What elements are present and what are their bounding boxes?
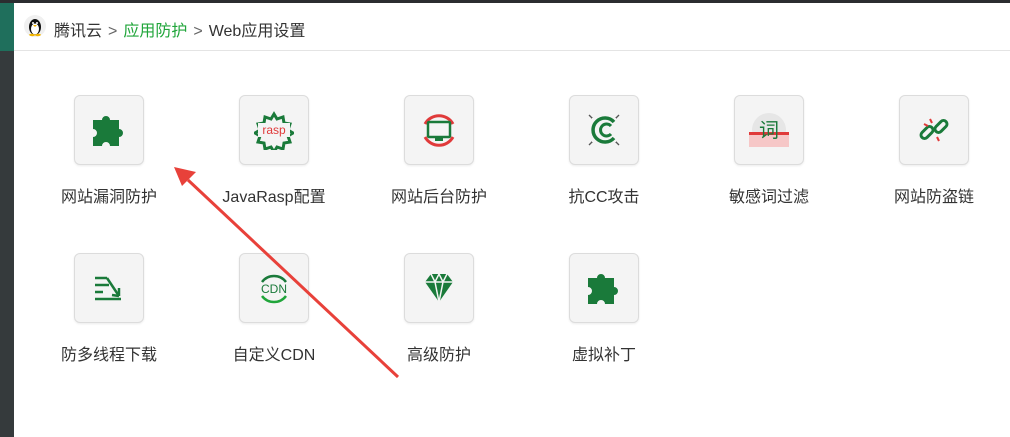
tile-label: 抗CC攻击 bbox=[568, 189, 640, 206]
tile-custom-cdn[interactable]: CDN 自定义CDN bbox=[199, 253, 349, 383]
sensitive-word-icon[interactable]: 词 bbox=[734, 95, 804, 165]
tile-backend-protection[interactable]: 网站后台防护 bbox=[364, 95, 514, 225]
tile-anti-hotlink[interactable]: 网站防盗链 bbox=[859, 95, 1009, 225]
tile-label: 网站后台防护 bbox=[390, 189, 487, 206]
puzzle-icon[interactable] bbox=[74, 95, 144, 165]
tile-label: 敏感词过滤 bbox=[728, 189, 809, 206]
tile-label: 网站防盗链 bbox=[893, 189, 974, 206]
penguin-logo-icon bbox=[24, 15, 46, 37]
tile-sensitive-word-filter[interactable]: 词 敏感词过滤 bbox=[694, 95, 844, 225]
multi-thread-icon[interactable] bbox=[74, 253, 144, 323]
broken-link-icon[interactable] bbox=[899, 95, 969, 165]
tile-virtual-patch[interactable]: 虚拟补丁 bbox=[529, 253, 679, 383]
tile-javarasp-config[interactable]: rasp JavaRasp配置 bbox=[199, 95, 349, 225]
tile-label: 高级防护 bbox=[406, 347, 471, 364]
tile-label: 防多线程下载 bbox=[60, 347, 157, 364]
left-sidebar-edge bbox=[0, 3, 14, 437]
tile-label: 网站漏洞防护 bbox=[60, 189, 157, 206]
tile-vulnerability-protection[interactable]: 网站漏洞防护 bbox=[34, 95, 184, 225]
breadcrumb-root[interactable]: 腾讯云 bbox=[54, 23, 102, 40]
tile-label: 自定义CDN bbox=[232, 347, 316, 364]
sidebar-active-accent bbox=[0, 3, 14, 51]
cdn-text: CDN bbox=[261, 282, 287, 296]
breadcrumb-separator: > bbox=[193, 23, 203, 40]
breadcrumb-current: Web应用设置 bbox=[208, 23, 306, 40]
word-glyph: 词 bbox=[759, 118, 779, 142]
monitor-shield-icon[interactable] bbox=[404, 95, 474, 165]
tile-label: 虚拟补丁 bbox=[571, 347, 636, 364]
puzzle-icon[interactable] bbox=[569, 253, 639, 323]
page-header: 腾讯云 > 应用防护 > Web应用设置 bbox=[14, 3, 1010, 51]
tile-label: JavaRasp配置 bbox=[222, 189, 326, 206]
breadcrumb-separator: > bbox=[108, 23, 118, 40]
diamond-icon[interactable] bbox=[404, 253, 474, 323]
breadcrumb-app-protection[interactable]: 应用防护 bbox=[123, 23, 187, 40]
tile-anti-cc[interactable]: 抗CC攻击 bbox=[529, 95, 679, 225]
cc-icon[interactable] bbox=[569, 95, 639, 165]
tile-multi-thread-download[interactable]: 防多线程下载 bbox=[34, 253, 184, 383]
breadcrumb: 腾讯云 > 应用防护 > Web应用设置 bbox=[54, 17, 305, 41]
rasp-text: rasp bbox=[262, 123, 286, 137]
cdn-icon[interactable]: CDN bbox=[239, 253, 309, 323]
rasp-gear-icon[interactable]: rasp bbox=[239, 95, 309, 165]
tile-advanced-protection[interactable]: 高级防护 bbox=[364, 253, 514, 383]
